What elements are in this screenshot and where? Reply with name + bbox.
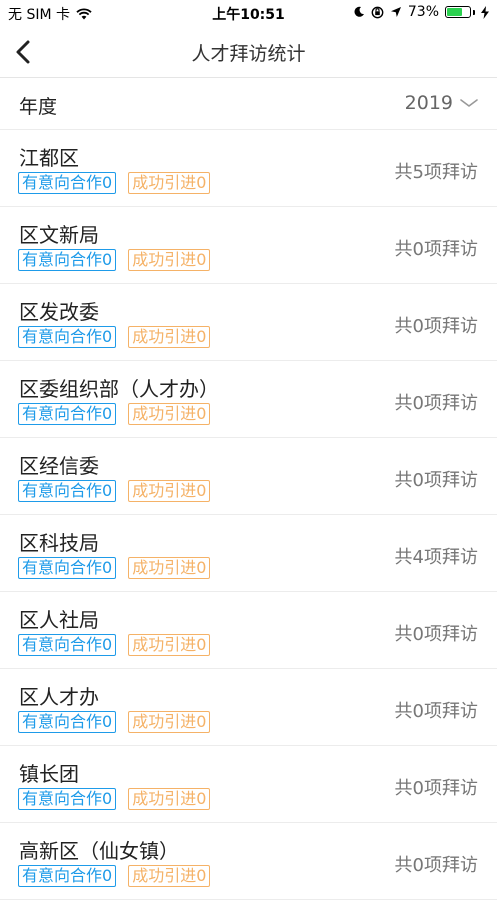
tag-group: 有意向合作0 成功引进0	[18, 557, 211, 579]
visit-count: 共0项拜访	[394, 624, 478, 645]
visit-count: 共0项拜访	[394, 855, 478, 876]
year-selector[interactable]: 2019	[405, 92, 479, 114]
visit-count: 共4项拜访	[394, 547, 478, 568]
department-name: 区人社局	[19, 608, 99, 632]
list-item[interactable]: 镇长团 有意向合作0 成功引进0 共0项拜访	[0, 746, 497, 823]
intent-tag: 有意向合作0	[18, 249, 117, 271]
success-tag: 成功引进0	[128, 865, 211, 887]
intent-tag: 有意向合作0	[18, 711, 117, 733]
visit-count: 共0项拜访	[394, 393, 478, 414]
year-label: 年度	[19, 96, 58, 118]
department-name: 江都区	[19, 146, 79, 170]
success-tag: 成功引进0	[128, 172, 211, 194]
intent-tag: 有意向合作0	[18, 557, 117, 579]
year-filter-row: 年度 2019	[0, 78, 497, 130]
intent-tag: 有意向合作0	[18, 480, 117, 502]
moon-icon	[354, 6, 364, 17]
page-title: 人才拜访统计	[191, 43, 306, 65]
success-tag: 成功引进0	[128, 249, 211, 271]
success-tag: 成功引进0	[128, 557, 211, 579]
success-tag: 成功引进0	[128, 403, 211, 425]
list-item[interactable]: 区人社局 有意向合作0 成功引进0 共0项拜访	[0, 592, 497, 669]
tag-group: 有意向合作0 成功引进0	[18, 711, 211, 733]
intent-tag: 有意向合作0	[18, 634, 117, 656]
visit-count: 共0项拜访	[394, 778, 478, 799]
success-tag: 成功引进0	[128, 326, 211, 348]
chevron-down-icon	[460, 99, 478, 107]
list-item[interactable]: 江都区 有意向合作0 成功引进0 共5项拜访	[0, 130, 497, 207]
status-bar: 无 SIM 卡 上午10:51 73%	[0, 0, 497, 26]
success-tag: 成功引进0	[128, 480, 211, 502]
list-item[interactable]: 区科技局 有意向合作0 成功引进0 共4项拜访	[0, 515, 497, 592]
tag-group: 有意向合作0 成功引进0	[18, 480, 211, 502]
department-list: 江都区 有意向合作0 成功引进0 共5项拜访 区文新局 有意向合作0 成功引进0 共0项拜访区…	[0, 130, 497, 900]
battery-tip	[473, 9, 475, 15]
list-item[interactable]: 区经信委 有意向合作0 成功引进0 共0项拜访	[0, 438, 497, 515]
visit-count: 共0项拜访	[394, 701, 478, 722]
success-tag: 成功引进0	[128, 788, 211, 810]
visit-count: 共5项拜访	[394, 162, 478, 183]
location-icon	[390, 7, 401, 17]
department-name: 区经信委	[19, 454, 99, 478]
battery-icon	[445, 6, 471, 18]
year-value: 2019	[404, 92, 453, 114]
tag-group: 有意向合作0 成功引进0	[18, 865, 211, 887]
department-name: 镇长团	[19, 762, 79, 786]
department-name: 区科技局	[19, 531, 99, 555]
intent-tag: 有意向合作0	[18, 326, 117, 348]
visit-count: 共0项拜访	[394, 316, 478, 337]
intent-tag: 有意向合作0	[18, 403, 117, 425]
visit-count: 共0项拜访	[394, 239, 478, 260]
department-name: 区委组织部（人才办）	[19, 377, 219, 401]
visit-count: 共0项拜访	[394, 470, 478, 491]
tag-group: 有意向合作0 成功引进0	[18, 326, 211, 348]
tag-group: 有意向合作0 成功引进0	[18, 788, 211, 810]
department-name: 区文新局	[19, 223, 99, 247]
department-name: 高新区（仙女镇）	[19, 839, 179, 863]
department-name: 区发改委	[19, 300, 99, 324]
list-item[interactable]: 高新区（仙女镇） 有意向合作0 成功引进0 共0项拜访	[0, 823, 497, 900]
status-right: 73%	[353, 4, 489, 20]
intent-tag: 有意向合作0	[18, 865, 117, 887]
list-item[interactable]: 区委组织部（人才办） 有意向合作0 成功引进0 共0项拜访	[0, 361, 497, 438]
success-tag: 成功引进0	[128, 711, 211, 733]
battery-fill	[447, 8, 462, 16]
list-item[interactable]: 区文新局 有意向合作0 成功引进0 共0项拜访	[0, 207, 497, 284]
intent-tag: 有意向合作0	[18, 172, 117, 194]
success-tag: 成功引进0	[128, 634, 211, 656]
department-name: 区人才办	[19, 685, 99, 709]
orientation-lock-icon	[371, 6, 384, 18]
list-item[interactable]: 区人才办 有意向合作0 成功引进0 共0项拜访	[0, 669, 497, 746]
battery-percent: 73%	[407, 4, 439, 20]
tag-group: 有意向合作0 成功引进0	[18, 634, 211, 656]
tag-group: 有意向合作0 成功引进0	[18, 403, 211, 425]
intent-tag: 有意向合作0	[18, 788, 117, 810]
tag-group: 有意向合作0 成功引进0	[18, 249, 211, 271]
navigation-bar: 人才拜访统计	[0, 26, 497, 78]
tag-group: 有意向合作0 成功引进0	[18, 172, 211, 194]
list-item[interactable]: 区发改委 有意向合作0 成功引进0 共0项拜访	[0, 284, 497, 361]
charging-bolt-icon	[481, 5, 489, 19]
